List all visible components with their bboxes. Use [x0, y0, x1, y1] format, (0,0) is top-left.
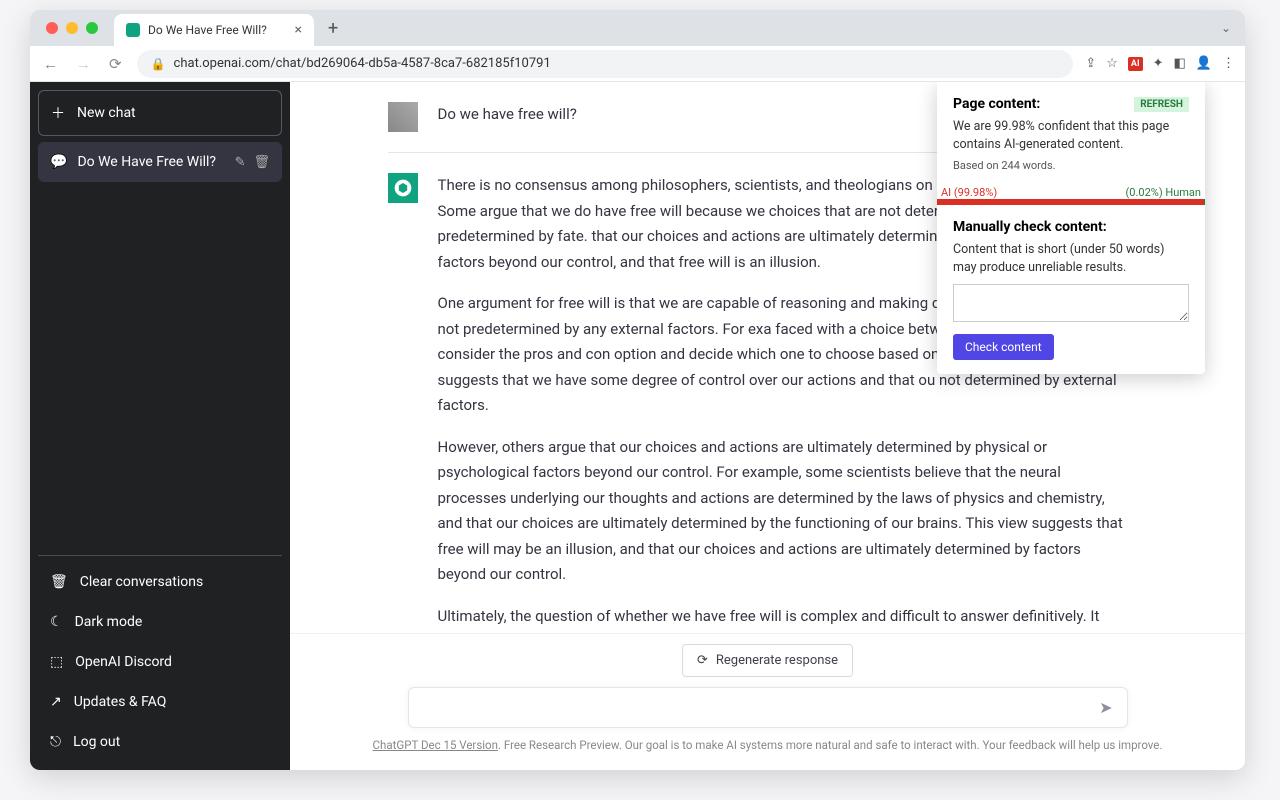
reload-button[interactable]: ⟳ [106, 55, 125, 73]
forward-button[interactable]: → [73, 55, 94, 73]
moon-icon: ☾ [50, 614, 63, 630]
plus-icon: ＋ [51, 103, 65, 123]
chat-bubble-icon: 💬 [50, 154, 67, 170]
overflow-menu-button[interactable]: ⋮ [1222, 56, 1235, 71]
window-close-button[interactable] [46, 22, 58, 34]
footer-fineprint: ChatGPT Dec 15 Version. Free Research Pr… [373, 738, 1163, 752]
url-bar: ← → ⟳ 🔒 chat.openai.com/chat/bd269064-db… [30, 46, 1245, 82]
logout-icon: ⎋ [50, 734, 61, 750]
panel-icon[interactable]: ◧ [1174, 56, 1186, 71]
popup-confidence-text: We are 99.98% confident that this page c… [953, 118, 1189, 153]
updates-faq-button[interactable]: ↗Updates & FAQ [38, 682, 282, 722]
tab-close-button[interactable]: × [295, 22, 302, 38]
browser-tab-bar: Do We Have Free Will? × + ⌄ [30, 10, 1245, 46]
new-tab-button[interactable]: + [322, 18, 344, 39]
external-link-icon: ↗ [50, 694, 62, 710]
user-avatar [388, 102, 418, 132]
lock-icon: 🔒 [151, 57, 166, 71]
ai-detector-popup: Page content: REFRESH We are 99.98% conf… [937, 82, 1205, 374]
delete-chat-icon[interactable]: 🗑 [253, 155, 270, 170]
ai-human-bar [937, 199, 1205, 205]
window-minimize-button[interactable] [66, 22, 78, 34]
ai-detector-extension-icon[interactable]: AI [1128, 57, 1143, 71]
edit-chat-icon[interactable]: ✎ [235, 155, 246, 170]
logout-button[interactable]: ⎋Log out [38, 722, 282, 762]
popup-refresh-button[interactable]: REFRESH [1134, 97, 1189, 112]
trash-icon: 🗑 [50, 574, 68, 590]
tab-title: Do We Have Free Will? [148, 23, 267, 37]
tab-favicon-icon [126, 23, 140, 37]
window-maximize-button[interactable] [86, 22, 98, 34]
discord-icon: ⬚ [50, 654, 63, 670]
profile-icon[interactable]: 👤 [1196, 56, 1212, 71]
dark-mode-button[interactable]: ☾Dark mode [38, 602, 282, 642]
human-percentage-label: (0.02%) Human [1126, 186, 1201, 199]
message-input-container: ➤ [408, 687, 1128, 728]
tabs-dropdown-button[interactable]: ⌄ [1215, 21, 1237, 35]
clear-conversations-button[interactable]: 🗑Clear conversations [38, 562, 282, 602]
assistant-avatar-icon [388, 173, 418, 203]
chat-history-item[interactable]: 💬 Do We Have Free Will? ✎ 🗑 [38, 142, 282, 182]
browser-tab[interactable]: Do We Have Free Will? × [114, 14, 314, 46]
sidebar: ＋ New chat 💬 Do We Have Free Will? ✎ 🗑 🗑… [30, 82, 290, 770]
url-text: chat.openai.com/chat/bd269064-db5a-4587-… [174, 56, 551, 71]
new-chat-label: New chat [77, 105, 136, 121]
message-input[interactable] [423, 699, 1100, 717]
manual-check-title: Manually check content: [953, 219, 1189, 235]
discord-button[interactable]: ⬚OpenAI Discord [38, 642, 282, 682]
manual-check-input[interactable] [953, 284, 1189, 322]
check-content-button[interactable]: Check content [953, 334, 1054, 360]
regenerate-button[interactable]: ⟳ Regenerate response [682, 644, 853, 677]
refresh-icon: ⟳ [697, 653, 708, 668]
new-chat-button[interactable]: ＋ New chat [38, 90, 282, 136]
manual-check-note: Content that is short (under 50 words) m… [953, 241, 1189, 276]
back-button[interactable]: ← [40, 55, 61, 73]
ai-percentage-label: AI (99.98%) [941, 186, 997, 199]
version-link[interactable]: ChatGPT Dec 15 Version [373, 738, 498, 752]
extensions-icon[interactable]: ✦ [1153, 56, 1164, 71]
popup-basis-text: Based on 244 words. [953, 159, 1189, 172]
address-field[interactable]: 🔒 chat.openai.com/chat/bd269064-db5a-458… [137, 50, 1074, 78]
chat-history-title: Do We Have Free Will? [77, 154, 224, 170]
bookmark-icon[interactable]: ☆ [1106, 56, 1118, 71]
share-icon[interactable]: ⇪ [1085, 56, 1096, 71]
send-button[interactable]: ➤ [1099, 698, 1112, 717]
popup-title: Page content: [953, 96, 1040, 112]
